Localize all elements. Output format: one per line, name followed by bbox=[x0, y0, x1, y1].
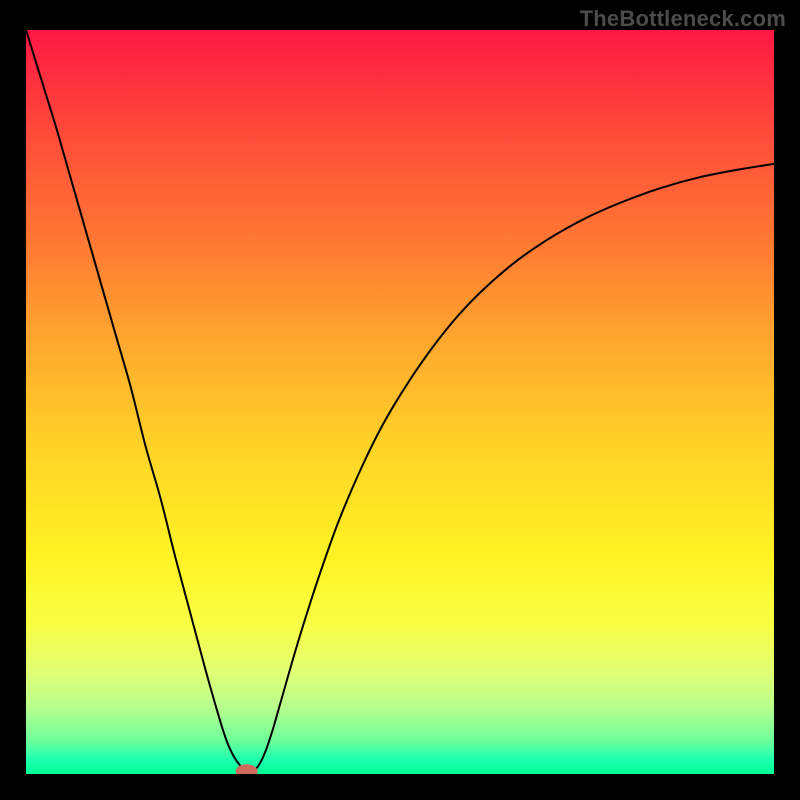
watermark-text: TheBottleneck.com bbox=[580, 6, 786, 32]
optimal-point-marker bbox=[236, 765, 257, 774]
plot-area bbox=[26, 30, 774, 774]
bottleneck-chart bbox=[26, 30, 774, 774]
gradient-background bbox=[26, 30, 774, 774]
chart-frame: TheBottleneck.com bbox=[0, 0, 800, 800]
